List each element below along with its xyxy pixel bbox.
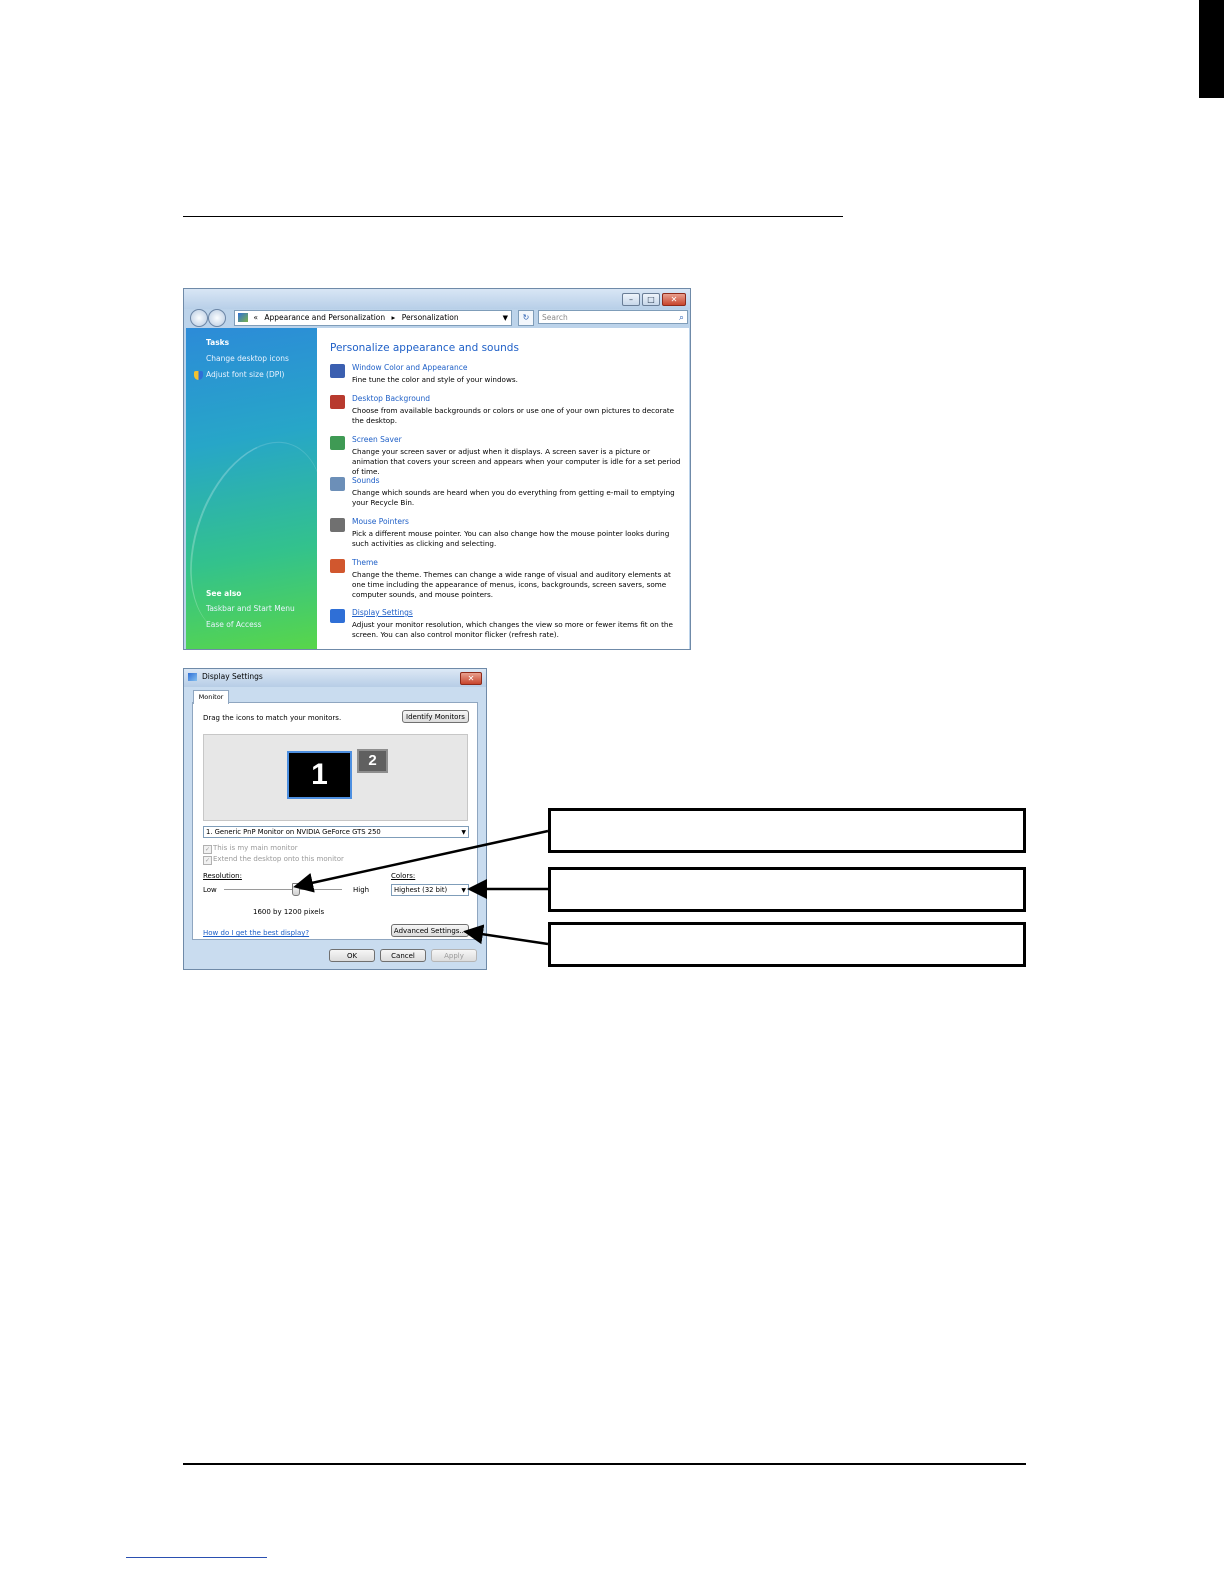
tab-monitor[interactable]: Monitor — [193, 690, 229, 704]
arrow-to-advanced-settings — [463, 924, 549, 946]
arrow-to-resolution-slider — [293, 829, 549, 893]
callout-arrows — [293, 829, 549, 946]
